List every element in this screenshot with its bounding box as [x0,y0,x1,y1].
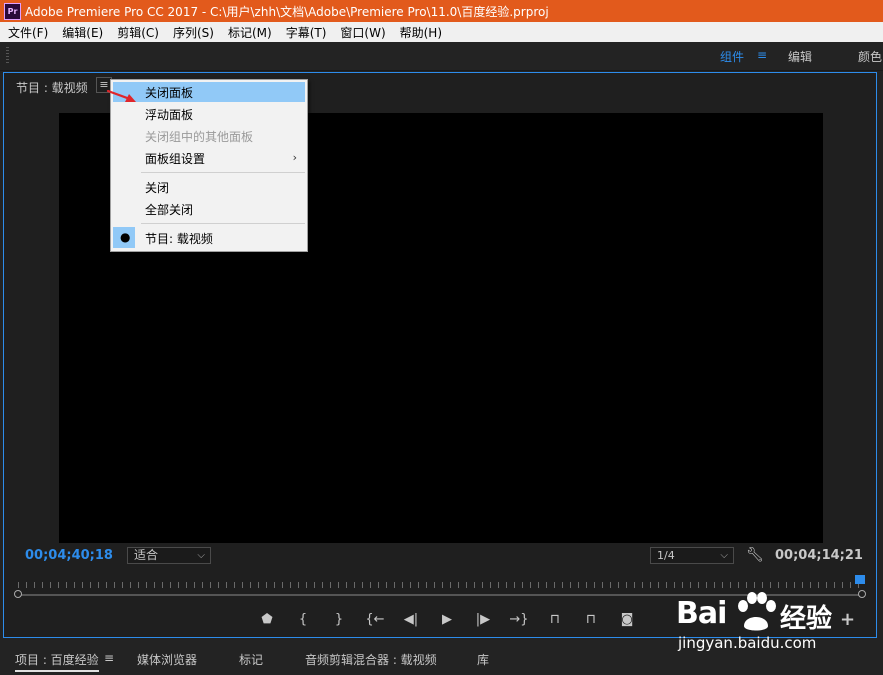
workspace-menu-icon[interactable]: ≡ [757,48,767,62]
red-arrow-annotation-icon [106,89,136,102]
bullet-icon: ● [120,230,131,244]
play-icon[interactable]: ▶ [429,612,465,627]
menu-separator [141,223,305,224]
duration-timecode: 00;04;14;21 [775,548,863,563]
playback-resolution-select[interactable]: 1/4 ⌵ [650,547,734,564]
tab-audio-clip-mixer[interactable]: 音频剪辑混合器 : 载视频 [305,651,437,668]
zoom-level-select[interactable]: 适合 ⌵ [127,547,211,564]
go-to-out-icon[interactable]: →} [501,612,537,627]
menu-item-undock-panel[interactable]: 浮动面板 [145,106,193,123]
menu-help[interactable]: 帮助(H) [392,24,448,41]
program-monitor-tab[interactable]: 节目 : 载视频 [16,79,88,96]
menu-item-close[interactable]: 关闭 [145,179,169,196]
workspace-bar: 组件 ≡ 编辑 颜色 [0,42,883,71]
menu-highlight [113,82,305,102]
menu-item-panel-group-settings[interactable]: 面板组设置 [145,150,205,167]
watermark-brand-right: 经验 [780,604,833,634]
go-to-in-icon[interactable]: {← [357,612,393,627]
menu-separator [141,172,305,173]
menu-bar: 文件(F) 编辑(E) 剪辑(C) 序列(S) 标记(M) 字幕(T) 窗口(W… [0,22,883,42]
menu-title[interactable]: 字幕(T) [278,24,333,41]
tab-markers[interactable]: 标记 [239,651,263,668]
extract-icon[interactable]: ⊓ [573,612,609,627]
workspace-tab-assembly[interactable]: 组件 [720,48,744,65]
zoom-level-value: 适合 [134,548,159,562]
premiere-app-icon: Pr [4,2,21,20]
menu-item-program-monitor[interactable]: 节目: 载视频 [145,230,213,247]
mark-out-icon[interactable]: } [321,612,357,627]
menu-clip[interactable]: 剪辑(C) [109,24,165,41]
export-frame-icon[interactable]: ◙ [609,612,645,627]
playhead-marker[interactable] [855,575,865,584]
tab-libraries[interactable]: 库 [477,651,489,668]
menu-item-close-all[interactable]: 全部关闭 [145,201,193,218]
title-bar: Pr Adobe Premiere Pro CC 2017 - C:\用户\zh… [0,0,883,22]
watermark-brand-left: Bai [676,596,727,631]
scrollbar-left-handle[interactable] [14,590,22,598]
menu-item-close-panel[interactable]: 关闭面板 [145,84,193,101]
workspace-tab-color[interactable]: 颜色 [858,48,882,65]
menu-sequence[interactable]: 序列(S) [165,24,220,41]
add-marker-icon[interactable]: ⬟ [249,612,285,627]
workspace-tab-editing[interactable]: 编辑 [788,48,812,65]
wrench-icon[interactable]: 🔧︎ [746,547,764,563]
mark-in-icon[interactable]: { [285,612,321,627]
lift-icon[interactable]: ⊓ [537,612,573,627]
menu-item-close-other-panels: 关闭组中的其他面板 [145,130,254,144]
tab-media-browser[interactable]: 媒体浏览器 [137,651,197,668]
window-title: Adobe Premiere Pro CC 2017 - C:\用户\zhh\文… [25,4,549,19]
playback-resolution-value: 1/4 [657,549,675,562]
drag-grip-icon[interactable] [6,47,9,65]
chevron-down-icon: ⌵ [720,550,728,561]
tab-project[interactable]: 项目 : 百度经验 [15,651,99,672]
menu-file[interactable]: 文件(F) [0,24,54,41]
tab-menu-icon[interactable]: ≡ [104,651,114,665]
submenu-arrow-icon: › [292,151,297,164]
menu-marker[interactable]: 标记(M) [220,24,278,41]
watermark-url: jingyan.baidu.com [678,634,817,652]
menu-window[interactable]: 窗口(W) [332,24,391,41]
playhead-timecode[interactable]: 00;04;40;18 [25,548,113,563]
step-forward-icon[interactable]: |▶ [465,612,501,627]
time-ruler[interactable] [18,576,862,590]
menu-edit[interactable]: 编辑(E) [54,24,109,41]
transport-controls: ⬟ { } {← ◀| ▶ |▶ →} ⊓ ⊓ ◙ [249,608,645,630]
step-back-icon[interactable]: ◀| [393,612,429,627]
chevron-down-icon: ⌵ [197,550,205,561]
panel-context-menu: 关闭面板 浮动面板 关闭组中的其他面板 面板组设置 › 关闭 全部关闭 ● 节目… [110,79,308,252]
baidu-watermark: Bai 经验 jingyan.baidu.com [676,592,876,656]
baidu-paw-icon [738,592,776,631]
